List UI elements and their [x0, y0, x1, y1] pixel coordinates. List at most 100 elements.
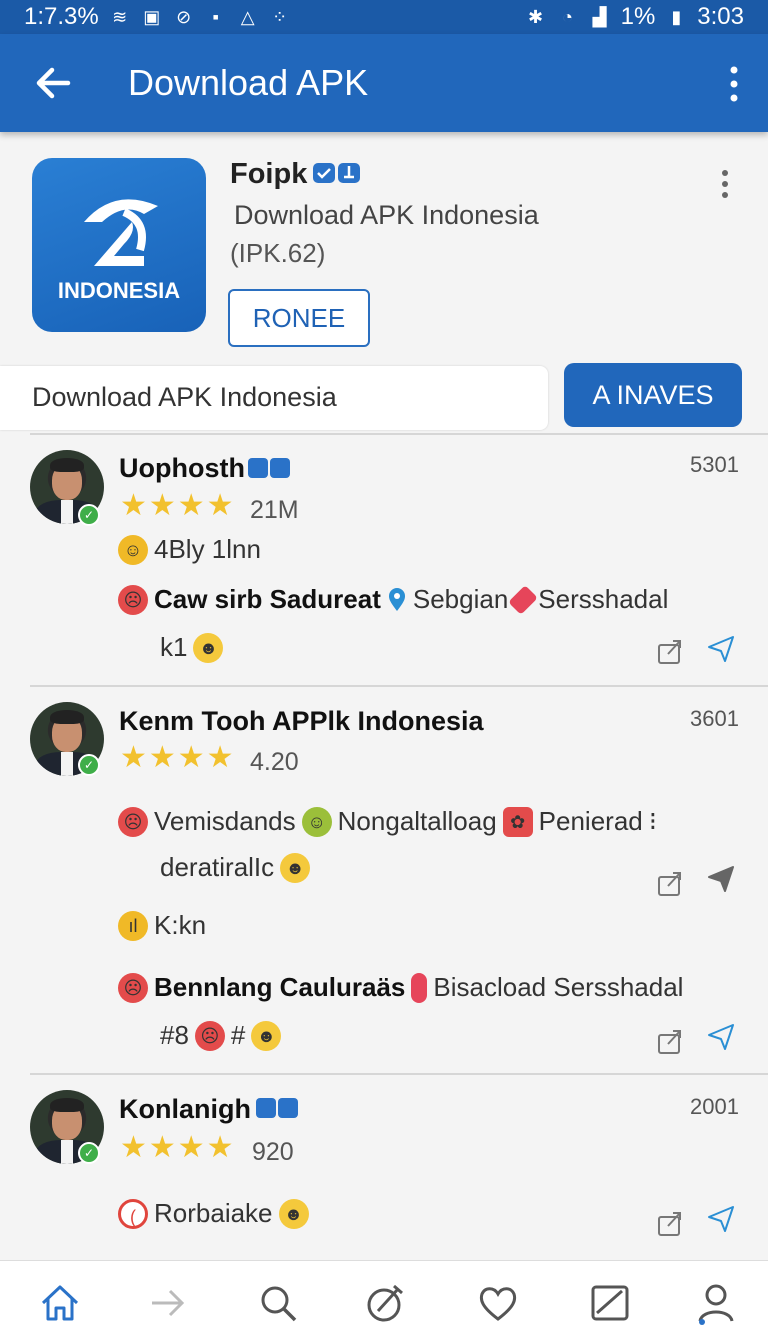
edit-icon[interactable] [364, 1281, 408, 1325]
warning-icon: △ [240, 6, 255, 27]
smile-emoji-icon[interactable]: ☻ [193, 632, 224, 663]
divider [30, 433, 768, 435]
post-body: ☹ Caw sirb Sadureat Sebgian Sersshadal [118, 584, 668, 615]
search-icon[interactable] [256, 1281, 300, 1325]
verified-badge-icon [313, 163, 360, 183]
app-bar: Download APK [0, 34, 768, 132]
send-icon[interactable] [706, 1022, 736, 1052]
wifi-signal-icon: ◔ [562, 6, 574, 27]
post-meta: ıl K:kn [118, 910, 206, 941]
user-avatar-icon: ☺ [118, 534, 148, 565]
heart-icon[interactable] [476, 1281, 520, 1325]
app-name: Foipk [230, 158, 308, 190]
search-input[interactable]: Download APK Indonesia [0, 366, 548, 430]
send-icon[interactable] [706, 864, 736, 894]
angry-emoji-icon: ☹ [118, 806, 148, 837]
angry-emoji-icon[interactable]: ☹ [194, 1020, 225, 1051]
grin-emoji-icon[interactable]: ☻ [280, 852, 311, 883]
post-text: Vemisdands [154, 806, 296, 836]
verified-badge-icon [256, 1098, 298, 1118]
bottom-navigation [0, 1260, 768, 1344]
overflow-menu-icon[interactable] [722, 60, 746, 108]
divider [30, 1073, 768, 1075]
colon-icon: ⁝ [648, 806, 658, 836]
app-icon[interactable]: INDONESIA [32, 158, 206, 332]
share-icon[interactable] [656, 1208, 686, 1238]
capsule-icon [411, 972, 428, 1003]
location-pin-icon [388, 587, 405, 611]
app-subtitle: Download APK Indonesia [234, 200, 539, 230]
gift-icon: ✿ [502, 806, 533, 837]
back-arrow-icon[interactable] [28, 58, 78, 108]
post-text: Penierad [538, 806, 643, 836]
post-body: ☹ Vemisdands ☺ Nongaltalloag ✿ Penierad … [118, 806, 657, 837]
share-icon[interactable] [656, 1026, 686, 1056]
online-indicator-icon: ✓ [78, 1142, 100, 1164]
share-icon[interactable] [656, 636, 686, 666]
forward-icon[interactable] [146, 1281, 190, 1325]
gallery-icon[interactable] [588, 1281, 632, 1325]
app-logo-icon [84, 199, 158, 266]
location-tag[interactable]: Sebgian [413, 584, 508, 615]
dots-icon: ⁘ [272, 6, 288, 27]
post-text: deratiralIc [160, 852, 275, 882]
reaction-count: # [230, 1020, 246, 1050]
search-button[interactable]: A INAVES [564, 363, 742, 427]
divider [30, 685, 768, 687]
star-rating-icon: ★★★★ [120, 1131, 236, 1164]
app-action-button[interactable]: RONEE [228, 289, 370, 347]
rating-value: 4.20 [250, 748, 299, 776]
send-icon[interactable] [706, 1204, 736, 1234]
online-indicator-icon: ✓ [78, 754, 100, 776]
battery-percent: 1% [620, 3, 656, 30]
smile-emoji-icon[interactable]: ☻ [278, 1198, 309, 1229]
meta-text: Rorbaiake [154, 1198, 273, 1228]
profile-icon[interactable] [694, 1281, 738, 1325]
image-icon: ▣ [143, 6, 161, 27]
message-icon: ▪ [212, 6, 219, 27]
post-text: Nongaltalloag [337, 806, 497, 836]
smile-emoji-icon[interactable]: ☻ [251, 1020, 282, 1051]
status-bar: 1:7.3% ≋ ▣ ⊘ ▪ △ ⁘ ✱ ◔ ▟ 1% ▮ 3:03 [0, 0, 768, 34]
post-title: Bennlang Cauluraäs [154, 972, 406, 1002]
block-icon: ⊘ [176, 6, 192, 27]
card-overflow-icon[interactable] [718, 168, 732, 200]
clock: 3:03 [697, 3, 744, 30]
meta-text: K:kn [154, 910, 207, 940]
verified-badge-icon [248, 458, 290, 478]
rating-value: 920 [252, 1138, 294, 1166]
brand-icon: ( [118, 1198, 148, 1229]
wifi-icon: ≋ [112, 6, 128, 27]
reaction-count: #8 [160, 1020, 189, 1050]
sick-emoji-icon: ☺ [301, 806, 332, 837]
reaction-count: k1 [160, 632, 188, 662]
post-count: 3601 [690, 706, 739, 731]
post-body-cont: deratiralIc ☻ [160, 852, 311, 883]
post-meta: ( Rorbaiake ☻ [118, 1198, 309, 1229]
share-icon[interactable] [656, 868, 686, 898]
post-author[interactable]: Uophosth [119, 453, 245, 484]
post-count: 5301 [690, 452, 739, 477]
app-version: (IPK.62) [230, 238, 326, 268]
battery-icon: ▮ [671, 6, 682, 27]
coin-icon: ıl [118, 910, 148, 941]
post-text: Bisacload Sersshadal [433, 972, 684, 1002]
tag-text[interactable]: Sersshadal [538, 584, 668, 615]
rating-value: 21M [250, 496, 299, 524]
send-icon[interactable] [706, 634, 736, 664]
angry-emoji-icon: ☹ [118, 584, 148, 615]
star-rating-icon: ★★★★ [120, 489, 236, 522]
status-text: 1:7.3% [24, 3, 99, 30]
post-title: Caw sirb Sadureat [154, 584, 381, 614]
angry-emoji-icon: ☹ [118, 972, 148, 1003]
app-icon-label: INDONESIA [57, 278, 181, 303]
home-icon[interactable] [38, 1281, 82, 1325]
page-title: Download APK [128, 62, 369, 103]
signal-icon: ▟ [592, 6, 607, 27]
reactions: k1 ☻ [160, 632, 224, 663]
post-author[interactable]: Kenm Tooh APPlk Indonesia [119, 706, 484, 737]
meta-text: 4Bly 1lnn [154, 534, 261, 564]
post-author[interactable]: Konlanigh [119, 1094, 251, 1125]
post-meta: ☺ 4Bly 1lnn [118, 534, 261, 565]
reactions: #8 ☹ # ☻ [160, 1020, 282, 1051]
